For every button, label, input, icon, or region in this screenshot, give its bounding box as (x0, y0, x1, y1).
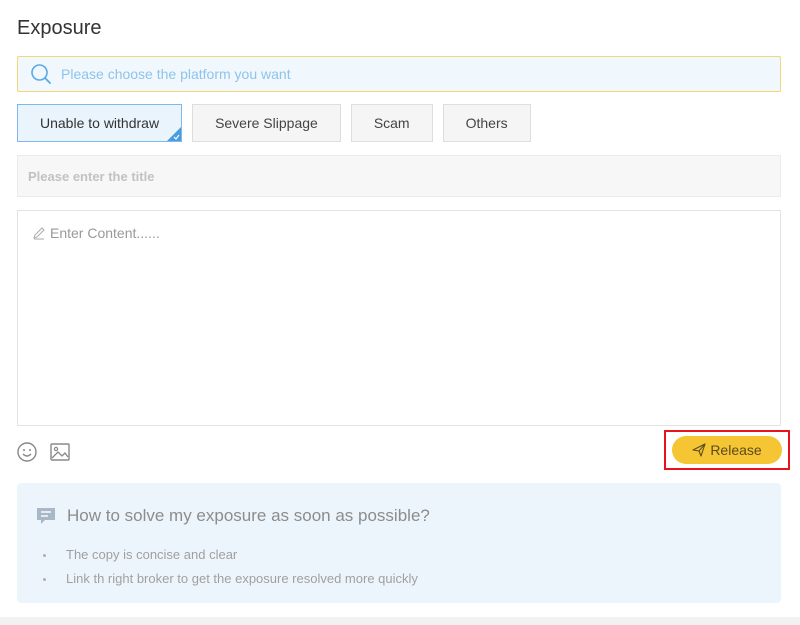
list-item: Link th right broker to get the exposure… (43, 567, 418, 591)
list-item: The copy is concise and clear (43, 543, 418, 567)
category-tags: Unable to withdraw Severe Slippage Scam … (17, 104, 531, 142)
release-highlight: Release (664, 430, 790, 470)
bullet-icon (43, 577, 46, 581)
tag-unable-to-withdraw[interactable]: Unable to withdraw (17, 104, 183, 142)
search-input[interactable] (61, 66, 761, 82)
smiley-icon[interactable] (16, 441, 38, 463)
selected-check-icon (167, 127, 182, 141)
search-icon (30, 63, 52, 85)
help-list: The copy is concise and clear Link th ri… (43, 543, 418, 591)
tag-severe-slippage[interactable]: Severe Slippage (192, 104, 341, 142)
tag-label: Unable to withdraw (40, 115, 160, 131)
exposure-page: Exposure Unable to withdraw Severe Slipp… (0, 0, 800, 625)
help-panel: How to solve my exposure as soon as poss… (17, 483, 781, 603)
content-editor[interactable]: Enter Content...... (17, 210, 781, 426)
help-item-text: The copy is concise and clear (66, 547, 238, 562)
tag-label: Scam (373, 115, 410, 131)
pencil-icon (32, 226, 46, 240)
title-field[interactable] (28, 168, 768, 184)
send-icon (692, 443, 706, 457)
content-placeholder-text: Enter Content...... (50, 225, 160, 241)
tag-label: Others (465, 115, 508, 131)
image-icon[interactable] (49, 441, 71, 463)
bullet-icon (43, 553, 46, 557)
tag-scam[interactable]: Scam (350, 104, 433, 142)
page-title: Exposure (17, 17, 102, 39)
help-header: How to solve my exposure as soon as poss… (35, 505, 430, 527)
chat-bubble-icon (35, 505, 57, 527)
tag-label: Severe Slippage (215, 115, 318, 131)
content-placeholder: Enter Content...... (32, 225, 160, 241)
platform-search[interactable] (17, 56, 781, 92)
title-field-wrapper (17, 155, 781, 197)
help-title: How to solve my exposure as soon as poss… (67, 506, 430, 525)
help-item-text: Link th right broker to get the exposure… (66, 571, 418, 586)
tag-others[interactable]: Others (442, 104, 531, 142)
release-button[interactable]: Release (672, 436, 782, 464)
release-label: Release (710, 442, 762, 458)
